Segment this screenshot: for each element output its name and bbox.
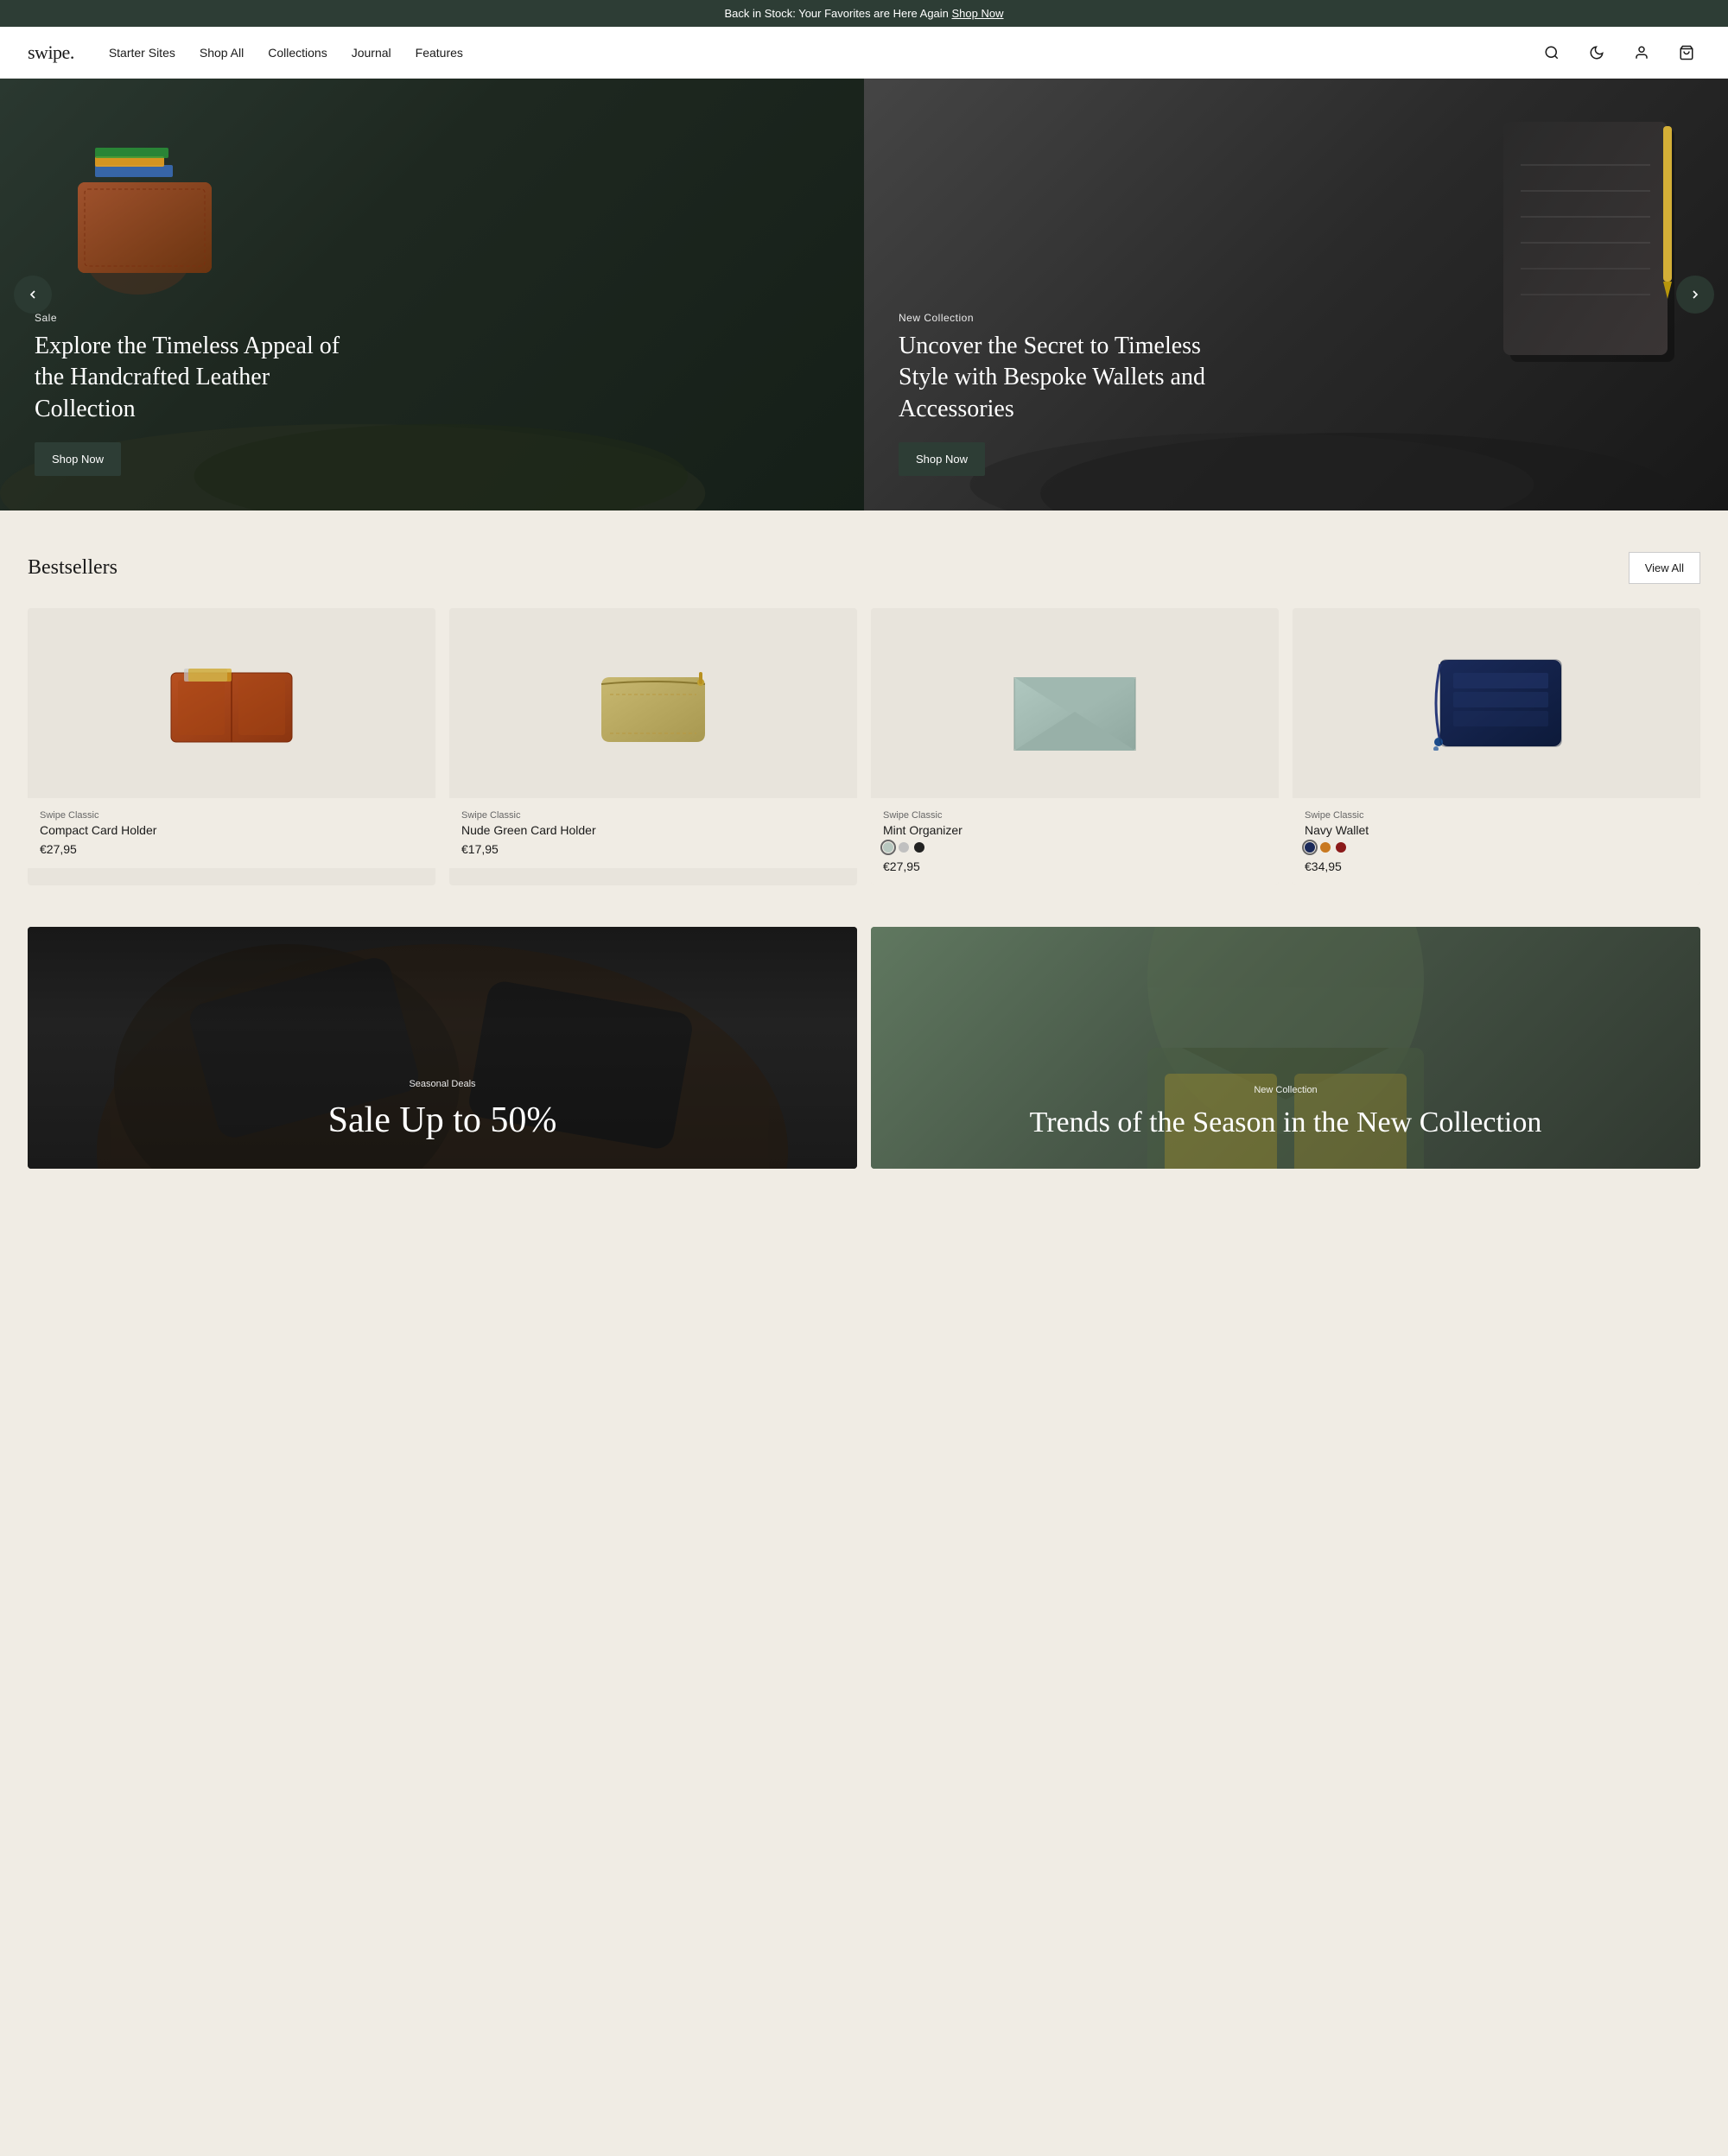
hero-badge-right: New Collection: [899, 312, 1227, 324]
product-image-3: [871, 608, 1279, 798]
hero-panel-right: New Collection Uncover the Secret to Tim…: [864, 79, 1728, 510]
product-image-4: [1293, 608, 1700, 798]
wallet-illustration-right: [1486, 105, 1693, 372]
announcement-text: Back in Stock: Your Favorites are Here A…: [724, 7, 951, 20]
nav-starter-sites[interactable]: Starter Sites: [109, 46, 175, 60]
announcement-bar: Back in Stock: Your Favorites are Here A…: [0, 0, 1728, 27]
hero-carousel: Sale Explore the Timeless Appeal of the …: [0, 79, 1728, 510]
product-colors-3: [883, 842, 1267, 853]
product-info-2: Swipe Classic Nude Green Card Holder €17…: [449, 798, 857, 868]
hero-shop-now-left[interactable]: Shop Now: [35, 442, 121, 476]
navbar: swipe. Starter Sites Shop All Collection…: [0, 27, 1728, 79]
search-button[interactable]: [1538, 39, 1566, 67]
hero-badge-left: Sale: [35, 312, 363, 324]
color-dot-mint[interactable]: [883, 842, 893, 853]
hero-title-right: Uncover the Secret to Timeless Style wit…: [899, 331, 1227, 425]
dark-mode-button[interactable]: [1583, 39, 1610, 67]
banner-seasonal-title: Sale Up to 50%: [55, 1100, 829, 1141]
product-name-3: Mint Organizer: [883, 823, 1267, 837]
chevron-left-icon: [26, 288, 40, 301]
envelope-illustration: [1006, 656, 1144, 751]
nav-collections[interactable]: Collections: [268, 46, 327, 60]
zip-wallet-illustration: [1423, 656, 1570, 751]
banner-new-collection-badge: New Collection: [899, 1085, 1673, 1095]
bestsellers-section: Bestsellers View All: [0, 510, 1728, 927]
account-button[interactable]: [1628, 39, 1655, 67]
product-brand-1: Swipe Classic: [40, 810, 423, 821]
nav-shop-all[interactable]: Shop All: [200, 46, 244, 60]
banner-new-collection-title: Trends of the Season in the New Collecti…: [899, 1106, 1673, 1141]
product-image-2: [449, 608, 857, 798]
moon-icon: [1589, 45, 1604, 60]
nav-journal[interactable]: Journal: [352, 46, 391, 60]
product-name-1: Compact Card Holder: [40, 823, 423, 837]
hero-title-left: Explore the Timeless Appeal of the Handc…: [35, 331, 363, 425]
section-header: Bestsellers View All: [28, 552, 1700, 584]
product-card-1[interactable]: Swipe Classic Compact Card Holder €27,95: [28, 608, 435, 885]
cart-button[interactable]: [1673, 39, 1700, 67]
product-card-2[interactable]: Swipe Classic Nude Green Card Holder €17…: [449, 608, 857, 885]
user-icon: [1634, 45, 1649, 60]
banner-section: Seasonal Deals Sale Up to 50% New Collec…: [0, 927, 1728, 1210]
card-holder-illustration: [162, 656, 301, 751]
cart-icon: [1679, 45, 1694, 60]
hero-content-left: Sale Explore the Timeless Appeal of the …: [35, 312, 363, 476]
product-grid: Swipe Classic Compact Card Holder €27,95: [28, 608, 1700, 885]
chevron-right-icon: [1688, 288, 1702, 301]
color-dot-navy[interactable]: [1305, 842, 1315, 853]
logo[interactable]: swipe.: [28, 41, 74, 64]
banner-seasonal[interactable]: Seasonal Deals Sale Up to 50%: [28, 927, 857, 1169]
search-icon: [1544, 45, 1560, 60]
product-colors-4: [1305, 842, 1688, 853]
bestsellers-title: Bestsellers: [28, 556, 118, 580]
product-price-1: €27,95: [40, 842, 423, 856]
banner-new-collection-content: New Collection Trends of the Season in t…: [899, 1085, 1673, 1141]
hero-shop-now-right[interactable]: Shop Now: [899, 442, 985, 476]
product-card-4[interactable]: Swipe Classic Navy Wallet €34,95: [1293, 608, 1700, 885]
product-card-3[interactable]: Swipe Classic Mint Organizer €27,95: [871, 608, 1279, 885]
banner-grid: Seasonal Deals Sale Up to 50% New Collec…: [28, 927, 1700, 1169]
product-name-2: Nude Green Card Holder: [461, 823, 845, 837]
color-dot-black[interactable]: [914, 842, 924, 853]
product-name-4: Navy Wallet: [1305, 823, 1688, 837]
view-all-button[interactable]: View All: [1629, 552, 1700, 584]
color-dot-grey[interactable]: [899, 842, 909, 853]
hero-panel-left: Sale Explore the Timeless Appeal of the …: [0, 79, 864, 510]
banner-new-collection[interactable]: New Collection Trends of the Season in t…: [871, 927, 1700, 1169]
nav-icons: [1538, 39, 1700, 67]
color-dot-tan[interactable]: [1320, 842, 1331, 853]
carousel-prev-button[interactable]: [14, 276, 52, 314]
pouch-illustration: [588, 660, 718, 746]
product-brand-4: Swipe Classic: [1305, 810, 1688, 821]
product-info-4: Swipe Classic Navy Wallet €34,95: [1293, 798, 1700, 885]
product-info-1: Swipe Classic Compact Card Holder €27,95: [28, 798, 435, 868]
banner-seasonal-content: Seasonal Deals Sale Up to 50%: [55, 1079, 829, 1141]
banner-seasonal-badge: Seasonal Deals: [55, 1079, 829, 1089]
announcement-link[interactable]: Shop Now: [952, 7, 1004, 20]
product-price-2: €17,95: [461, 842, 845, 856]
nav-links: Starter Sites Shop All Collections Journ…: [109, 46, 1538, 60]
product-image-1: [28, 608, 435, 798]
hero-content-right: New Collection Uncover the Secret to Tim…: [899, 312, 1227, 476]
wallet-illustration-left: [52, 130, 242, 303]
product-price-4: €34,95: [1305, 859, 1688, 873]
product-info-3: Swipe Classic Mint Organizer €27,95: [871, 798, 1279, 885]
product-price-3: €27,95: [883, 859, 1267, 873]
hero-background: Sale Explore the Timeless Appeal of the …: [0, 79, 1728, 510]
color-dot-burgundy[interactable]: [1336, 842, 1346, 853]
product-brand-2: Swipe Classic: [461, 810, 845, 821]
nav-features[interactable]: Features: [416, 46, 463, 60]
product-brand-3: Swipe Classic: [883, 810, 1267, 821]
carousel-next-button[interactable]: [1676, 276, 1714, 314]
